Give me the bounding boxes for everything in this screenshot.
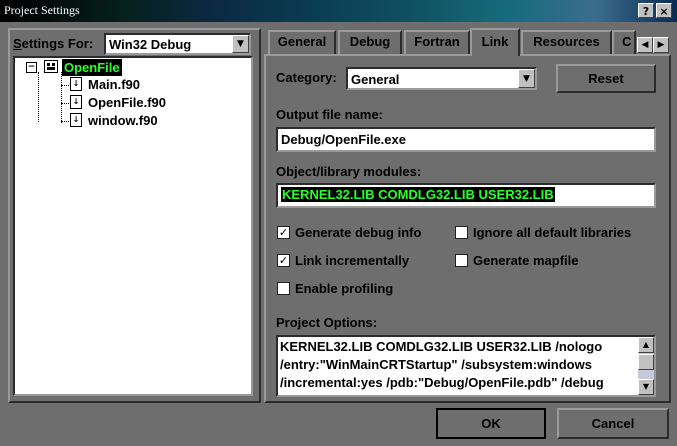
tab-link[interactable]: Link (470, 28, 520, 56)
close-button[interactable]: × (656, 3, 672, 18)
generate-debug-info-checkbox[interactable]: ✓ (277, 226, 290, 239)
generate-mapfile-label: Generate mapfile (473, 253, 579, 268)
tab-debug[interactable]: Debug (338, 30, 402, 54)
tab-general[interactable]: General (268, 30, 336, 54)
project-options-label: Project Options: (276, 315, 378, 330)
category-dropdown[interactable]: General ▼ (346, 67, 537, 90)
file-icon: ↓ (70, 113, 82, 127)
objlib-label: Object/library modules: (276, 164, 422, 179)
config-dropdown[interactable]: Win32 Debug ▼ (104, 33, 251, 55)
options-line: KERNEL32.LIB COMDLG32.LIB USER32.LIB /no… (280, 339, 603, 354)
config-value: Win32 Debug (109, 37, 192, 52)
options-scrollbar[interactable]: ▲ ▼ (638, 337, 654, 395)
generate-debug-info-label: Generate debug info (295, 225, 422, 240)
file-icon: ↓ (70, 95, 82, 109)
config-dropdown-arrow-icon[interactable]: ▼ (232, 35, 249, 53)
options-line: /incremental:yes /pdb:"Debug/OpenFile.pd… (280, 375, 604, 390)
collapse-icon[interactable]: − (26, 62, 37, 73)
tree-file-item[interactable]: OpenFile.f90 (88, 95, 166, 110)
tree-project-item[interactable]: OpenFile (62, 59, 122, 76)
objlib-input[interactable]: KERNEL32.LIB COMDLG32.LIB USER32.LIB (276, 183, 656, 208)
output-file-label: Output file name: (276, 107, 383, 122)
project-options-textarea[interactable]: KERNEL32.LIB COMDLG32.LIB USER32.LIB /no… (276, 335, 656, 397)
link-incrementally-label: Link incrementally (295, 253, 410, 268)
tab-partial[interactable]: C (612, 30, 636, 54)
title-bar[interactable]: Project Settings ? × (0, 0, 677, 22)
reset-button[interactable]: Reset (556, 64, 656, 93)
tab-resources[interactable]: Resources (521, 30, 612, 54)
category-dropdown-arrow-icon[interactable]: ▼ (518, 69, 535, 88)
project-folder-icon (44, 60, 58, 73)
help-button[interactable]: ? (638, 3, 654, 18)
enable-profiling-label: Enable profiling (295, 281, 394, 296)
tree-file-item[interactable]: Main.f90 (88, 77, 140, 92)
enable-profiling-checkbox[interactable] (277, 282, 290, 295)
output-file-value: Debug/OpenFile.exe (281, 132, 406, 147)
ignore-default-libs-label: Ignore all default libraries (473, 225, 632, 240)
window-title: Project Settings (4, 3, 80, 17)
ok-button[interactable]: OK (436, 408, 546, 439)
ignore-default-libs-checkbox[interactable] (455, 226, 468, 239)
tab-fortran[interactable]: Fortran (404, 30, 470, 54)
options-line: /entry:"WinMainCRTStartup" /subsystem:wi… (280, 357, 592, 372)
settings-for-label: Settings For: (13, 36, 94, 51)
project-tree[interactable]: − OpenFile ↓ Main.f90 ↓ OpenFile.f90 ↓ w… (13, 56, 253, 396)
scroll-down-icon[interactable]: ▼ (638, 379, 654, 395)
tree-connector (38, 72, 39, 122)
tab-scroll-right-icon[interactable]: ▶ (653, 37, 669, 53)
generate-mapfile-checkbox[interactable] (455, 254, 468, 267)
tree-connector (61, 72, 62, 123)
tab-scroll-left-icon[interactable]: ◀ (637, 37, 653, 53)
project-name: OpenFile (64, 60, 120, 75)
cancel-button[interactable]: Cancel (557, 408, 669, 439)
scroll-thumb[interactable] (638, 354, 654, 370)
scroll-up-icon[interactable]: ▲ (638, 337, 654, 353)
link-incrementally-checkbox[interactable]: ✓ (277, 254, 290, 267)
output-file-input[interactable]: Debug/OpenFile.exe (276, 127, 656, 152)
file-icon: ↓ (70, 77, 82, 91)
tree-file-item[interactable]: window.f90 (88, 113, 158, 128)
category-value: General (351, 72, 400, 87)
objlib-value: KERNEL32.LIB COMDLG32.LIB USER32.LIB (281, 187, 555, 202)
category-label: Category: (276, 70, 337, 85)
